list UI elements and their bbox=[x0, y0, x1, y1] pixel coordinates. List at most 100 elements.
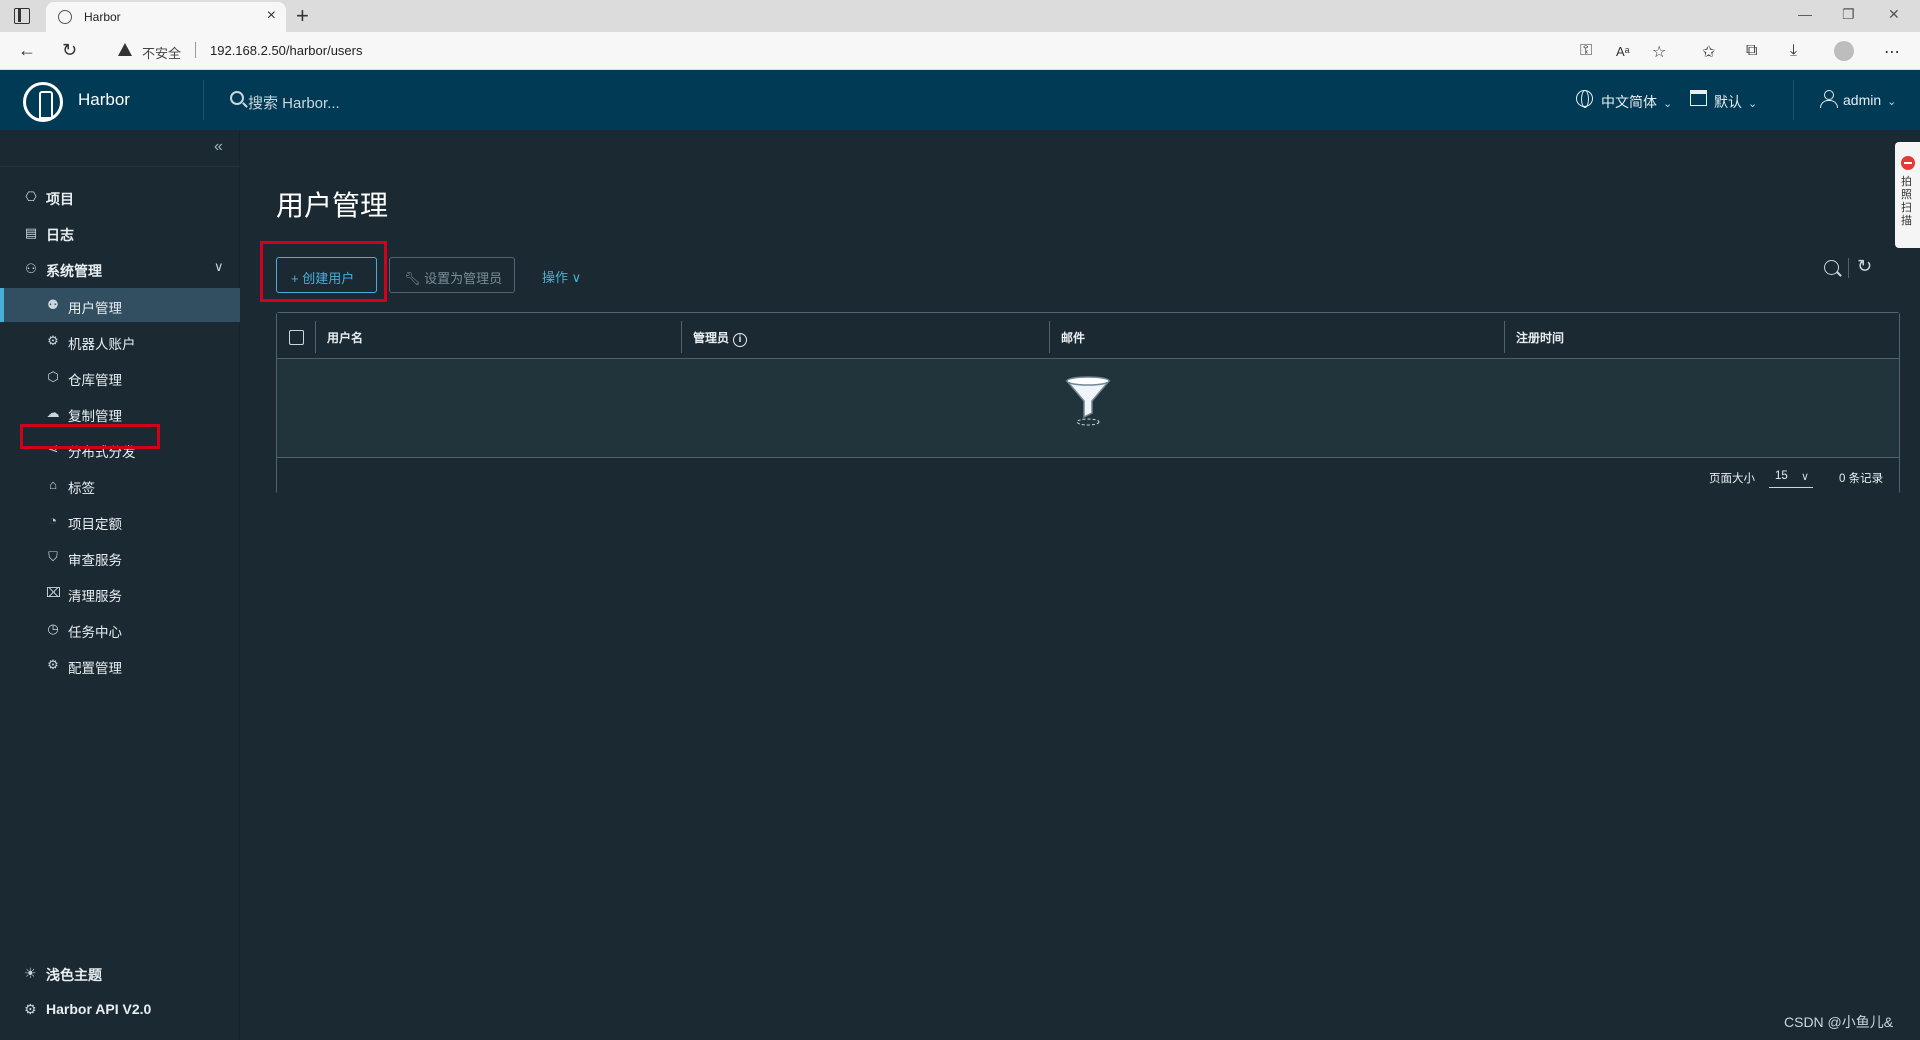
create-user-label: + 创建用户 bbox=[291, 271, 355, 286]
api-link-label: Harbor API V2.0 bbox=[46, 1001, 152, 1017]
watermark: CSDN @小鱼儿& bbox=[1784, 1014, 1894, 1030]
column-separator[interactable] bbox=[1504, 321, 1505, 353]
sidebar-item-label: 用户管理 bbox=[68, 301, 122, 316]
sidebar-item-projects[interactable]: ⎔ 项目 bbox=[0, 180, 240, 214]
select-all-checkbox[interactable] bbox=[289, 330, 304, 345]
chevron-down-icon: ∨ bbox=[1800, 471, 1809, 483]
add-favorite-icon[interactable]: ☆ bbox=[1652, 42, 1666, 62]
chevron-down-icon: ⌄ bbox=[1887, 96, 1897, 108]
app-name[interactable]: Harbor bbox=[78, 90, 130, 110]
sidebar-item-label: 配置管理 bbox=[68, 661, 122, 676]
sidebar-item-label: 清理服务 bbox=[68, 589, 122, 604]
filter-empty-icon bbox=[1065, 376, 1111, 426]
column-separator[interactable] bbox=[681, 321, 682, 353]
url-field[interactable]: 不安全 192.168.2.50/harbor/users bbox=[108, 37, 1668, 65]
column-header-username[interactable]: 用户名 bbox=[327, 329, 363, 346]
chevron-down-icon: ∨ bbox=[214, 259, 224, 274]
header-divider bbox=[1793, 80, 1794, 120]
back-icon[interactable]: ← bbox=[18, 40, 36, 61]
collapse-sidebar-icon[interactable]: « bbox=[214, 138, 223, 156]
tab-title: Harbor bbox=[84, 10, 121, 24]
sidebar-item-interrogation-services[interactable]: ⛉ 审查服务 bbox=[0, 540, 240, 574]
datetime-format-selector[interactable]: 默认 ⌄ bbox=[1714, 92, 1757, 112]
chevron-down-icon: ∨ bbox=[568, 270, 582, 285]
sidebar-item-project-quotas[interactable]: ◔ 项目定额 bbox=[0, 504, 240, 538]
sidebar-item-label: 项目 bbox=[46, 191, 74, 207]
sidebar-item-clean-up[interactable]: ⌧ 清理服务 bbox=[0, 576, 240, 610]
close-tab-icon[interactable]: × bbox=[267, 7, 276, 25]
operations-label: 操作 bbox=[542, 270, 569, 285]
dashboard-icon: ◔ bbox=[49, 513, 57, 528]
datagrid-footer: 页面大小 15 ∨ 0 条记录 bbox=[277, 457, 1899, 494]
sidebar-item-administration[interactable]: ⚇ 系统管理 ∨ bbox=[0, 252, 240, 286]
sidebar-item-label: 项目定额 bbox=[68, 517, 122, 532]
download-icon[interactable]: ⤓ bbox=[1790, 42, 1797, 60]
more-options-icon[interactable]: ⋯ bbox=[1884, 42, 1900, 62]
set-admin-label: 设置为管理员 bbox=[424, 271, 503, 286]
chevron-down-icon: ⌄ bbox=[1748, 98, 1758, 110]
shield-icon: ⛉ bbox=[48, 549, 58, 564]
search-icon[interactable] bbox=[1824, 260, 1839, 275]
close-widget-icon[interactable] bbox=[1901, 156, 1915, 170]
profile-avatar-icon[interactable] bbox=[1834, 41, 1854, 61]
info-icon[interactable]: i bbox=[733, 333, 748, 347]
collections-icon[interactable]: ⧉ bbox=[1746, 42, 1757, 60]
gear-icon: ⚙ bbox=[47, 657, 59, 672]
key-icon[interactable]: ⚿ bbox=[1580, 42, 1592, 60]
read-aloud-icon[interactable]: Aᵃ bbox=[1616, 44, 1630, 59]
new-tab-icon[interactable]: + bbox=[296, 3, 309, 29]
harbor-logo-icon[interactable] bbox=[23, 82, 63, 122]
page-size-select[interactable]: 15 ∨ bbox=[1769, 466, 1813, 488]
reload-icon[interactable]: ↻ bbox=[62, 40, 77, 61]
sidebar-item-label: 任务中心 bbox=[68, 625, 122, 640]
browser-tab[interactable]: Harbor × bbox=[46, 2, 286, 32]
page-title: 用户管理 bbox=[276, 190, 389, 221]
sidebar-item-registries[interactable]: ⬡ 仓库管理 bbox=[0, 360, 240, 394]
sidebar-item-label: 复制管理 bbox=[68, 409, 122, 424]
language-selector[interactable]: 中文简体 ⌄ bbox=[1601, 92, 1672, 112]
theme-toggle[interactable]: ☀ 浅色主题 bbox=[0, 956, 240, 990]
sidebar-item-configuration[interactable]: ⚙ 配置管理 bbox=[0, 648, 240, 682]
favorites-icon[interactable]: ✩ bbox=[1702, 42, 1715, 62]
sidebar-item-label: 仓库管理 bbox=[68, 373, 122, 388]
column-separator[interactable] bbox=[1049, 321, 1050, 353]
theme-toggle-label: 浅色主题 bbox=[46, 967, 102, 983]
app-header: Harbor 搜索 Harbor... 中文简体 ⌄ 默认 ⌄ admin ⌄ bbox=[0, 70, 1920, 130]
sidebar-item-labels[interactable]: ⌂ 标签 bbox=[0, 468, 240, 502]
wrench-icon: 🔧︎ bbox=[404, 271, 425, 286]
gauge-icon: ◷ bbox=[47, 621, 59, 636]
language-label: 中文简体 bbox=[1601, 94, 1657, 110]
minimize-icon[interactable]: — bbox=[1798, 6, 1812, 22]
api-icon: ⚙ bbox=[24, 1001, 37, 1017]
highlight-annotation bbox=[20, 424, 160, 449]
address-bar: ← ↻ 不安全 192.168.2.50/harbor/users ⚿ Aᵃ ☆… bbox=[0, 32, 1920, 70]
column-header-registration-time[interactable]: 注册时间 bbox=[1516, 329, 1564, 346]
api-link[interactable]: ⚙ Harbor API V2.0 bbox=[0, 992, 240, 1026]
sidebar-item-users[interactable]: ⚉ 用户管理 bbox=[0, 288, 240, 322]
sidebar-item-robot-accounts[interactable]: ⚙ 机器人账户 bbox=[0, 324, 240, 358]
datetime-format-label: 默认 bbox=[1714, 94, 1742, 110]
column-header-email[interactable]: 邮件 bbox=[1061, 329, 1085, 346]
window-close-icon[interactable]: ✕ bbox=[1888, 6, 1900, 23]
global-search-input[interactable]: 搜索 Harbor... bbox=[248, 92, 340, 113]
insecure-label: 不安全 bbox=[142, 46, 182, 61]
url-divider bbox=[195, 42, 196, 58]
toolbar-divider bbox=[1848, 258, 1849, 278]
url-text[interactable]: 192.168.2.50/harbor/users bbox=[210, 43, 363, 58]
tab-actions-icon[interactable] bbox=[14, 8, 30, 24]
user-menu[interactable]: admin ⌄ bbox=[1843, 92, 1896, 108]
cloud-icon: ☁ bbox=[46, 405, 60, 420]
header-divider bbox=[203, 80, 204, 120]
side-widget[interactable]: 拍照扫描 bbox=[1895, 142, 1920, 248]
refresh-icon[interactable]: ↻ bbox=[1857, 256, 1872, 277]
sidebar-item-logs[interactable]: ▤ 日志 bbox=[0, 216, 240, 250]
column-header-admin[interactable]: 管理员 i bbox=[693, 329, 748, 347]
operations-dropdown[interactable]: 操作 ∨ bbox=[542, 267, 581, 286]
create-user-button[interactable]: + 创建用户 bbox=[276, 257, 377, 293]
sidebar-item-job-service[interactable]: ◷ 任务中心 bbox=[0, 612, 240, 646]
restore-icon[interactable]: ❐ bbox=[1842, 6, 1855, 23]
tag-icon: ⌂ bbox=[49, 477, 57, 492]
browser-tab-bar: Harbor × + — ❐ ✕ bbox=[0, 0, 1920, 32]
set-as-admin-button[interactable]: 🔧︎ 设置为管理员 bbox=[389, 257, 515, 293]
search-icon[interactable] bbox=[230, 91, 244, 105]
